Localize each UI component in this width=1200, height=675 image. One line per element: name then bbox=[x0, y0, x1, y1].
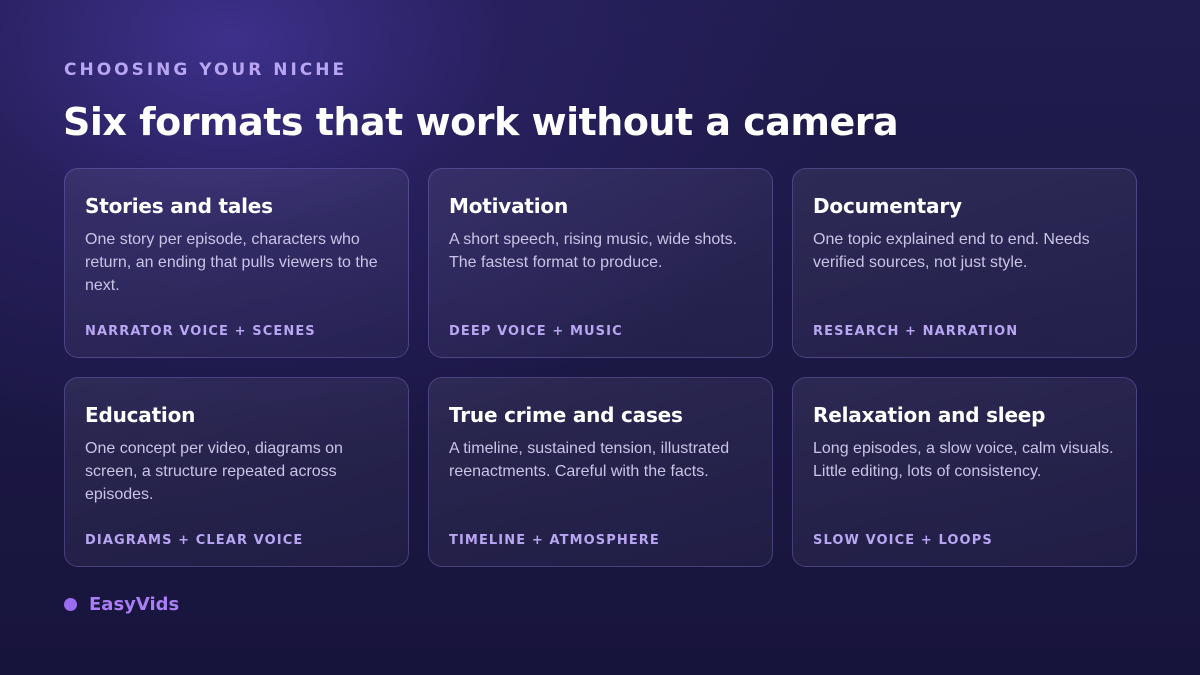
format-card-motivation: Motivation A short speech, rising music,… bbox=[428, 168, 773, 358]
format-card-relaxation: Relaxation and sleep Long episodes, a sl… bbox=[792, 377, 1137, 567]
card-description: Long episodes, a slow voice, calm visual… bbox=[813, 440, 1114, 480]
page-title: Six formats that work without a camera bbox=[63, 100, 899, 144]
format-card-education: Education One concept per video, diagram… bbox=[64, 377, 409, 567]
format-card-true-crime: True crime and cases A timeline, sustain… bbox=[428, 377, 773, 567]
card-title: Education bbox=[85, 403, 196, 427]
brand-footer: EasyVids bbox=[64, 594, 179, 615]
card-description: One concept per video, diagrams on scree… bbox=[85, 440, 343, 503]
format-card-grid: Stories and tales One story per episode,… bbox=[64, 168, 1137, 567]
card-description: A short speech, rising music, wide shots… bbox=[449, 231, 738, 271]
card-title: Relaxation and sleep bbox=[813, 403, 1046, 427]
brand-name: EasyVids bbox=[89, 594, 180, 615]
card-description: One story per episode, characters who re… bbox=[85, 231, 378, 294]
card-title: Motivation bbox=[449, 194, 568, 218]
card-tag: SLOW VOICE + LOOPS bbox=[813, 533, 993, 548]
card-tag: DIAGRAMS + CLEAR VOICE bbox=[85, 533, 304, 548]
card-description: A timeline, sustained tension, illustrat… bbox=[449, 440, 730, 480]
format-card-documentary: Documentary One topic explained end to e… bbox=[792, 168, 1137, 358]
card-description: One topic explained end to end. Needs ve… bbox=[813, 231, 1090, 271]
brand-dot-icon bbox=[64, 598, 77, 611]
card-tag: TIMELINE + ATMOSPHERE bbox=[449, 533, 660, 548]
card-tag: DEEP VOICE + MUSIC bbox=[449, 324, 623, 339]
format-card-stories: Stories and tales One story per episode,… bbox=[64, 168, 409, 358]
card-title: True crime and cases bbox=[449, 403, 683, 427]
eyebrow-label: CHOOSING YOUR NICHE bbox=[64, 60, 348, 80]
card-tag: RESEARCH + NARRATION bbox=[813, 324, 1019, 339]
card-title: Documentary bbox=[813, 194, 962, 218]
card-title: Stories and tales bbox=[85, 194, 273, 218]
card-tag: NARRATOR VOICE + SCENES bbox=[85, 324, 316, 339]
